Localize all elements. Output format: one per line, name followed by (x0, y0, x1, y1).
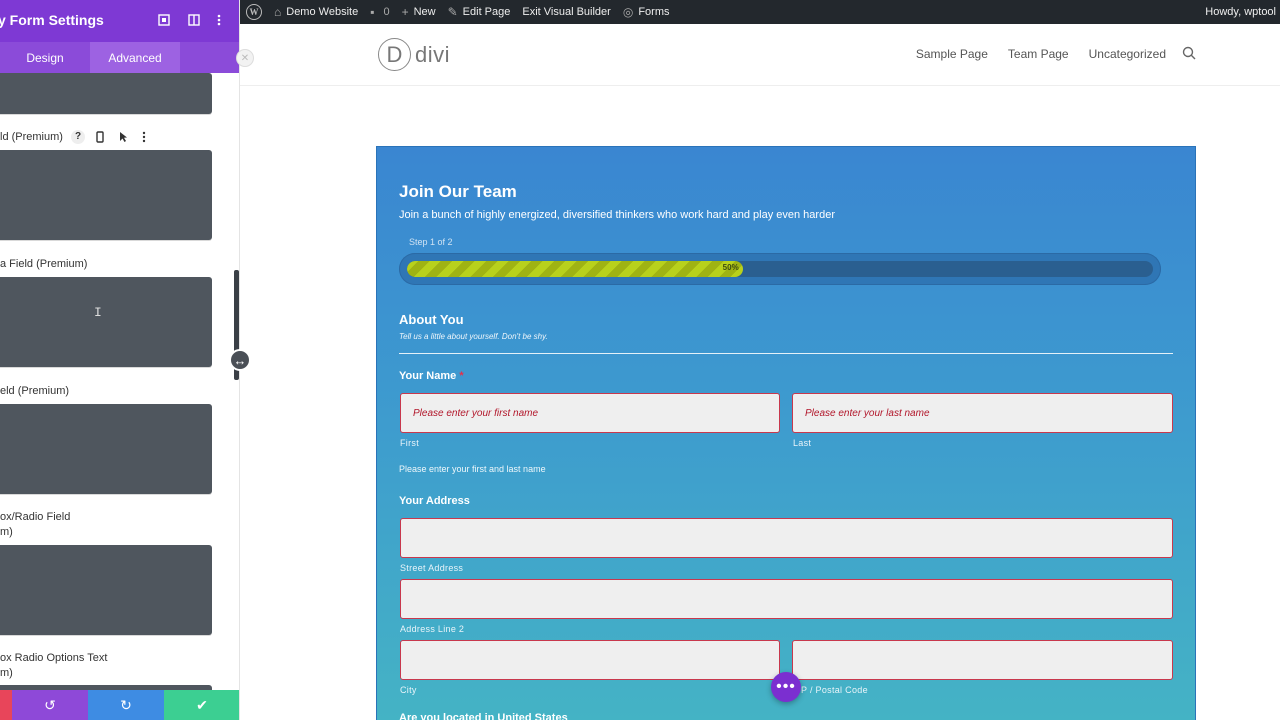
resize-handle-icon[interactable]: ↔ (229, 349, 251, 371)
zip-input[interactable] (792, 640, 1173, 680)
join-team-form: Join Our Team Join a bunch of highly ene… (376, 146, 1196, 720)
tab-advanced[interactable]: Advanced (90, 42, 180, 73)
color-swatch-field[interactable] (0, 277, 212, 367)
hover-cursor-icon[interactable] (116, 130, 130, 144)
address-line2-input[interactable] (400, 579, 1173, 619)
comment-icon: ▪ (370, 5, 375, 19)
site-header: D divi Sample Page Team Page Uncategoriz… (240, 24, 1280, 86)
howdy-label: Howdy, wptool (1205, 6, 1276, 18)
edit-page-link[interactable]: ✎ Edit Page (442, 0, 517, 24)
nav-sample-page[interactable]: Sample Page (916, 47, 988, 61)
option-label: ox Radio Options Text m) (0, 652, 108, 679)
line2-sublabel: Address Line 2 (400, 624, 465, 634)
home-icon: ⌂ (274, 5, 282, 19)
undo-icon: ↺ (44, 696, 56, 713)
progress-bar: 50% (399, 253, 1161, 285)
new-label: New (413, 6, 436, 18)
site-logo[interactable]: D divi (378, 38, 450, 71)
tab-design[interactable]: Design (0, 42, 90, 73)
comments-count: 0 (383, 6, 390, 18)
section-description: Tell us a little about yourself. Don't b… (399, 332, 548, 341)
first-name-input[interactable]: Please enter your first name (400, 393, 780, 433)
main-nav: Sample Page Team Page Uncategorized (916, 47, 1166, 61)
logo-mark: D (378, 38, 411, 71)
settings-panel: y Form Settings Design Advanced ld (Prem… (0, 0, 240, 720)
color-swatch-field[interactable] (0, 150, 212, 240)
color-swatch-field[interactable] (0, 73, 212, 114)
last-sublabel: Last (793, 438, 812, 448)
forms-label: Forms (638, 6, 670, 18)
exit-builder-label: Exit Visual Builder (522, 6, 611, 18)
street-address-input[interactable] (400, 518, 1173, 558)
panel-footer: ↺ ↻ ✔ (0, 690, 239, 720)
option-label: ld (Premium) (0, 131, 63, 143)
redo-button[interactable]: ↻ (88, 690, 164, 720)
plus-icon: + (401, 5, 409, 19)
name-field-label: Your Name * (399, 370, 464, 382)
step-indicator: Step 1 of 2 (409, 237, 453, 247)
account-menu[interactable]: Howdy, wptool (1199, 0, 1280, 24)
name-label-text: Your Name (399, 370, 457, 382)
check-icon: ✔ (196, 696, 208, 713)
site-name-link[interactable]: ⌂ Demo Website (268, 0, 364, 24)
address-field-label: Your Address (399, 495, 470, 507)
city-input[interactable] (400, 640, 780, 680)
more-options-icon[interactable] (212, 13, 226, 27)
forms-link[interactable]: ◎ Forms (617, 0, 676, 24)
nav-uncategorized[interactable]: Uncategorized (1089, 47, 1166, 61)
panel-close-icon[interactable]: ✕ (236, 49, 254, 67)
color-swatch-field[interactable] (0, 404, 212, 494)
city-sublabel: City (400, 685, 417, 695)
section-divider (399, 353, 1173, 354)
name-help-text: Please enter your first and last name (399, 464, 546, 474)
undo-button[interactable]: ↺ (12, 690, 88, 720)
wordpress-menu[interactable]: W (240, 0, 268, 24)
discard-button[interactable] (0, 690, 12, 720)
progress-bar-fill: 50% (407, 261, 743, 277)
search-icon[interactable] (1182, 46, 1196, 60)
form-title: Join Our Team (399, 182, 517, 201)
split-view-icon[interactable] (187, 13, 201, 27)
panel-title: y Form Settings (0, 12, 104, 28)
pencil-icon: ✎ (447, 5, 458, 19)
new-content-link[interactable]: + New (396, 0, 442, 24)
panel-header: y Form Settings (0, 0, 239, 42)
progress-bar-track: 50% (407, 261, 1153, 277)
forms-icon: ◎ (622, 5, 634, 19)
exit-visual-builder-link[interactable]: Exit Visual Builder (516, 0, 616, 24)
option-label: a Field (Premium) (0, 258, 88, 270)
site-name-label: Demo Website (286, 6, 359, 18)
wp-admin-bar: W ⌂ Demo Website ▪ 0 + New ✎ Edit Page E… (240, 0, 1280, 24)
save-button[interactable]: ✔ (164, 690, 239, 720)
edit-page-label: Edit Page (462, 6, 511, 18)
nav-team-page[interactable]: Team Page (1008, 47, 1069, 61)
comments-link[interactable]: ▪ 0 (364, 0, 395, 24)
street-sublabel: Street Address (400, 563, 464, 573)
redo-icon: ↻ (120, 696, 132, 713)
option-label: eld (Premium) (0, 385, 70, 397)
option-label: ox/Radio Field m) (0, 511, 71, 538)
required-marker: * (459, 370, 464, 382)
option-more-icon[interactable] (137, 130, 151, 144)
form-description: Join a bunch of highly energized, divers… (399, 209, 835, 221)
fullscreen-icon[interactable] (157, 13, 171, 27)
section-title: About You (399, 312, 464, 327)
help-icon[interactable]: ? (71, 130, 85, 144)
zip-sublabel: P / Postal Code (801, 685, 868, 695)
responsive-icon[interactable] (93, 130, 107, 144)
color-swatch-field[interactable] (0, 545, 212, 635)
progress-percent: 50% (722, 263, 739, 272)
last-name-input[interactable]: Please enter your last name (792, 393, 1173, 433)
panel-tabs: Design Advanced (0, 42, 239, 73)
wordpress-logo-icon: W (246, 4, 262, 20)
page-settings-button[interactable]: ••• (771, 672, 801, 702)
first-sublabel: First (400, 438, 419, 448)
location-question-label: Are you located in United States (399, 712, 568, 720)
logo-wordmark: divi (415, 41, 451, 67)
text-cursor-icon: I (94, 305, 102, 320)
